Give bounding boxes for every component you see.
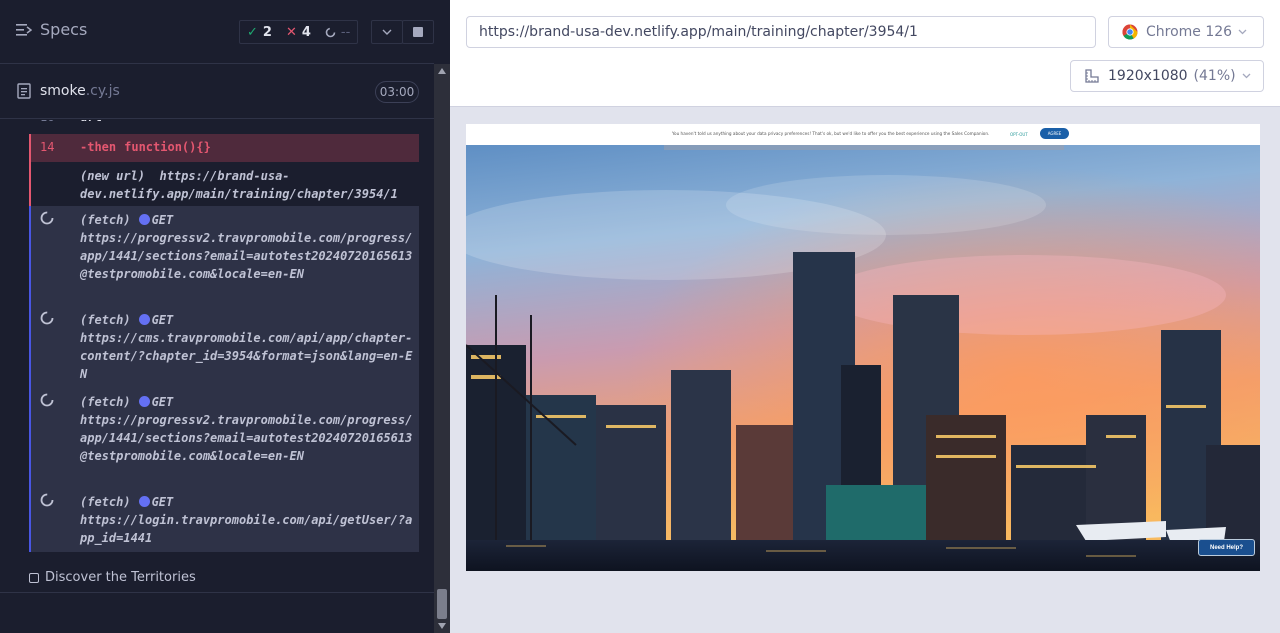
fetch-method: GET [151,395,174,409]
expand-collapse-button[interactable] [371,20,403,44]
viewport-selector[interactable]: 1920x1080 (41%) [1070,60,1264,92]
pending-dot-icon [138,396,150,407]
chevron-down-icon [1238,29,1247,35]
loading-spinner-icon [40,311,54,325]
stat-failed: ✕ 4 [279,25,318,40]
privacy-notice-bar: You haven't told us anything about your … [466,124,1260,145]
fetch-url: https://progressv2.travpromobile.com/pro… [80,231,413,281]
failed-count: 4 [301,24,311,40]
privacy-notice-text: You haven't told us anything about your … [672,131,990,136]
fetch-label: (fetch) [80,495,131,509]
fetch-method: GET [151,313,174,327]
command-url-partial[interactable]: 16 url [29,120,419,124]
command-message: function(){} [124,140,211,154]
pending-dot-icon [138,314,150,325]
chevron-down-icon [382,29,392,35]
reporter-header: Specs ✓ 2 ✕ 4 -- [0,0,434,64]
spinner-icon [325,27,336,37]
new-url-label: (new url) [80,169,146,183]
command-log-scrollbar[interactable] [434,64,450,633]
viewport-size: 1920x1080 [1108,68,1188,84]
aut-panel: https://brand-usa-dev.netlify.app/main/t… [450,0,1280,633]
aut-url-bar[interactable]: https://brand-usa-dev.netlify.app/main/t… [466,16,1096,48]
command-number: 14 [40,140,55,154]
stop-icon [413,27,423,37]
loading-spinner-icon [40,493,54,507]
divider [0,592,434,593]
loading-spinner-icon [40,393,54,407]
loading-spinner-icon [40,211,54,225]
scroll-down-arrow-icon[interactable] [438,623,446,629]
chevron-down-icon [1242,73,1251,79]
pending-dot-icon [138,214,150,225]
test-title: Discover the Territories [45,570,196,585]
header-nav-shadow [664,145,1064,150]
reporter-panel: Specs ✓ 2 ✕ 4 -- smoke.cy.js 03:00 14 -t… [0,0,450,633]
spec-file-name: smoke.cy.js [40,83,120,99]
command-fetch[interactable]: (fetch) GET https://cms.travpromobile.com/… [29,306,419,388]
document-icon [17,83,31,99]
browser-name: Chrome 126 [1146,24,1233,40]
spec-extension: .cy.js [85,83,120,99]
fetch-method: GET [151,213,174,227]
scrollbar-thumb[interactable] [437,589,447,619]
opt-out-link[interactable]: OPT-OUT [1010,132,1028,137]
need-help-button[interactable]: Need Help? [1198,539,1255,556]
command-fetch[interactable]: (fetch) GET https://login.travpromobile.co… [29,488,419,552]
spec-header: smoke.cy.js 03:00 [0,64,434,119]
passed-count: 2 [262,24,272,40]
command-log: 16 url 14 -then function(){} (new url) ht… [0,120,434,592]
command-number: 16 [40,120,54,124]
fetch-label: (fetch) [80,395,131,409]
pending-count: -- [340,24,351,40]
ruler-icon [1085,69,1099,83]
scroll-up-arrow-icon[interactable] [438,68,446,74]
aut-iframe[interactable]: You haven't told us anything about your … [466,124,1260,571]
browser-selector[interactable]: Chrome 126 [1108,16,1264,48]
command-fetch[interactable]: (fetch) GET https://progressv2.travpromobi… [29,206,419,306]
stat-passed: ✓ 2 [240,25,279,40]
command-new-url[interactable]: (new url) https://brand-usa-dev.netlify.… [29,162,419,206]
fetch-label: (fetch) [80,313,131,327]
pending-dot-icon [138,496,150,507]
agree-button[interactable]: AGREE [1040,128,1069,139]
aut-header: https://brand-usa-dev.netlify.app/main/t… [450,0,1280,107]
stat-pending: -- [318,25,357,40]
command-name: url [80,120,102,124]
fetch-label: (fetch) [80,213,131,227]
test-stats: ✓ 2 ✕ 4 -- [239,20,359,44]
test-status-icon [29,572,39,583]
command-then-failed[interactable]: 14 -then function(){} [29,134,419,162]
fetch-method: GET [151,495,174,509]
specs-list-icon [16,23,32,36]
command-fetch[interactable]: (fetch) GET https://progressv2.travpromobi… [29,388,419,488]
specs-toggle-button[interactable]: Specs [16,20,87,39]
command-name: -then [80,140,117,154]
test-discover-territories[interactable]: Discover the Territories [29,570,196,585]
fetch-url: https://login.travpromobile.com/api/getU… [80,513,413,545]
spec-name: smoke [40,83,86,99]
chrome-icon [1122,24,1138,40]
fetch-url: https://progressv2.travpromobile.com/pro… [80,413,413,463]
city-skyline-image [466,145,1260,571]
stop-button[interactable] [402,20,434,44]
check-icon: ✓ [247,24,258,40]
fetch-url: https://cms.travpromobile.com/api/app/ch… [80,331,413,381]
specs-label: Specs [40,20,88,39]
viewport-scale: (41%) [1193,68,1236,84]
spec-duration: 03:00 [375,81,419,103]
x-icon: ✕ [285,24,297,40]
